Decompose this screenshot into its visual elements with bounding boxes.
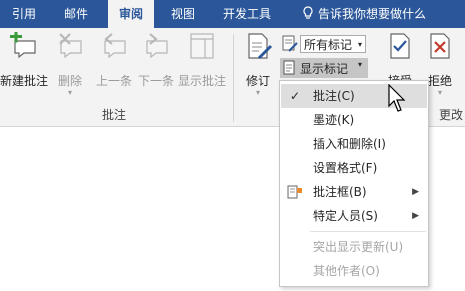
previous-comment-icon — [104, 33, 126, 59]
menu-item-formatting[interactable]: 设置格式(F) — [281, 156, 427, 180]
display-review-icon — [282, 35, 298, 52]
tab-mailings[interactable]: 邮件 — [52, 0, 100, 28]
menu-item-specific-people[interactable]: 特定人员(S) ▶ — [281, 204, 427, 228]
menu-item-label: 批注框(B) — [313, 185, 367, 199]
changes-group-label: 更改 — [438, 108, 463, 122]
previous-comment-label: 上一条 — [95, 74, 132, 88]
display-for-review-dropdown[interactable]: 所有标记 ▾ — [300, 35, 366, 53]
menu-item-label: 特定人员(S) — [313, 209, 378, 223]
show-comments-icon — [190, 33, 214, 59]
tab-references[interactable]: 引用 — [0, 0, 48, 28]
ribbon-tab-bar: 引用 邮件 审阅 视图 开发工具 告诉我你想要做什么 — [0, 0, 465, 28]
new-comment-label: 新建批注 — [0, 74, 49, 88]
tell-me-box[interactable]: 告诉我你想要做什么 — [302, 0, 426, 28]
tab-review[interactable]: 审阅 — [108, 0, 154, 28]
menu-item-label: 突出显示更新(U) — [313, 240, 404, 254]
next-comment-button[interactable]: 下一条 — [136, 32, 176, 102]
menu-item-label: 设置格式(F) — [313, 161, 378, 175]
show-comments-button[interactable]: 显示批注 — [176, 32, 228, 102]
reject-icon — [430, 33, 450, 59]
menu-item-label: 其他作者(O) — [313, 264, 380, 278]
menu-item-label: 批注(C) — [313, 89, 355, 103]
previous-comment-button[interactable]: 上一条 — [92, 32, 136, 102]
submenu-arrow-icon: ▶ — [412, 211, 419, 221]
chevron-down-icon: ▾ — [358, 60, 363, 69]
tell-me-text: 告诉我你想要做什么 — [318, 7, 427, 21]
group-separator — [233, 34, 234, 122]
menu-separator — [310, 231, 426, 232]
chevron-down-icon: ▾ — [357, 40, 362, 49]
next-comment-label: 下一条 — [137, 74, 174, 88]
menu-item-insertions-deletions[interactable]: 插入和删除(I) — [281, 132, 427, 156]
delete-dropdown-caret[interactable]: ▾ — [50, 88, 90, 97]
menu-item-label: 插入和删除(I) — [313, 137, 386, 151]
track-changes-icon — [248, 33, 272, 59]
delete-comment-icon — [59, 33, 82, 59]
menu-item-label: 墨迹(K) — [313, 113, 355, 127]
display-for-review-value: 所有标记 — [304, 38, 353, 52]
lightbulb-icon — [303, 6, 313, 19]
submenu-arrow-icon: ▶ — [412, 187, 419, 197]
tab-developer[interactable]: 开发工具 — [214, 0, 280, 28]
comments-group-label: 批注 — [101, 108, 126, 122]
menu-item-other-authors: 其他作者(O) — [281, 259, 427, 283]
show-markup-label: 显示标记 — [300, 62, 349, 76]
mouse-cursor-icon — [388, 84, 406, 112]
new-comment-icon — [10, 32, 36, 59]
check-icon: ✓ — [290, 89, 301, 103]
balloons-icon — [287, 185, 302, 199]
show-markup-icon — [283, 60, 295, 75]
next-comment-icon — [146, 33, 168, 59]
menu-item-highlight-updates: 突出显示更新(U) — [281, 235, 427, 259]
track-changes-caret[interactable]: ▾ — [238, 88, 278, 97]
show-comments-label: 显示批注 — [177, 74, 226, 88]
delete-comment-button[interactable]: 删除 ▾ — [50, 32, 90, 102]
new-comment-button[interactable]: 新建批注 — [0, 32, 49, 102]
menu-item-balloons[interactable]: 批注框(B) ▶ — [281, 180, 427, 204]
show-markup-button[interactable]: 显示标记 ▾ — [280, 58, 368, 78]
track-changes-label: 修订 — [245, 74, 270, 88]
tab-view[interactable]: 视图 — [160, 0, 206, 28]
accept-icon — [390, 33, 410, 59]
delete-comment-label: 删除 — [57, 74, 82, 88]
track-changes-button[interactable]: 修订 ▾ — [238, 32, 278, 102]
